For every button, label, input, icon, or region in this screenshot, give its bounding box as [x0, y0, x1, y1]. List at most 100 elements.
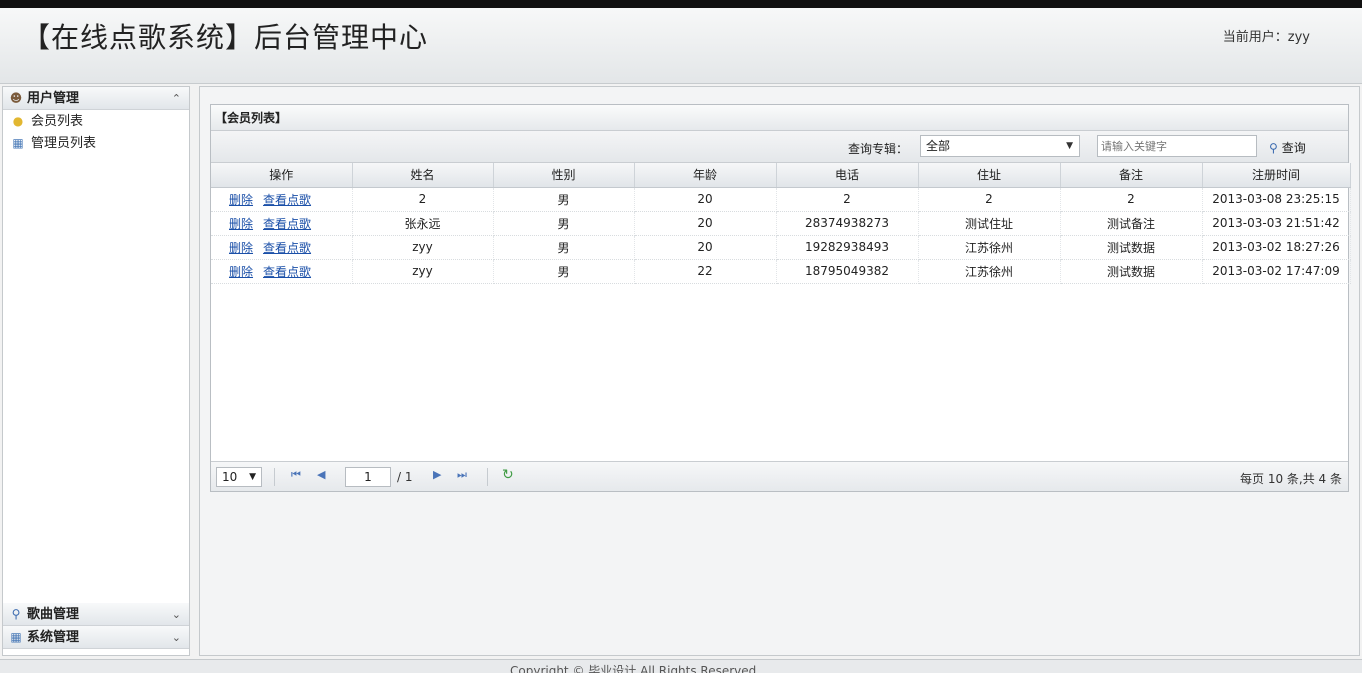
search-button-label: 查询	[1281, 141, 1306, 155]
cell-note: 测试备注	[1060, 211, 1203, 236]
column-header[interactable]: 电话	[776, 163, 919, 188]
cell-phone: 18795049382	[776, 259, 919, 284]
cell-reg-time: 2013-03-03 21:51:42	[1202, 211, 1351, 236]
refresh-icon[interactable]: ↻	[502, 467, 514, 483]
cell-address: 测试住址	[918, 211, 1061, 236]
pagination-info: 每页 10 条,共 4 条	[1240, 472, 1342, 486]
table-row[interactable]: 删除 查看点歌 2 男 20 2 2 2 2013-03-08 23:25:15	[211, 187, 1351, 212]
cell-reg-time: 2013-03-08 23:25:15	[1202, 187, 1351, 212]
prev-page-icon[interactable]: ◀	[317, 468, 325, 481]
cell-reg-time: 2013-03-02 18:27:26	[1202, 235, 1351, 260]
cell-phone: 2	[776, 187, 919, 212]
cell-reg-time: 2013-03-02 17:47:09	[1202, 259, 1351, 284]
cell-age: 20	[634, 211, 777, 236]
cell-note: 测试数据	[1060, 235, 1203, 260]
header: 【在线点歌系统】后台管理中心 当前用户：zyy	[0, 8, 1362, 84]
column-header[interactable]: 操作	[211, 163, 353, 188]
grid-icon: ▦	[10, 630, 22, 644]
column-header[interactable]: 备注	[1060, 163, 1203, 188]
table-row[interactable]: 删除 查看点歌 张永远 男 20 28374938273 测试住址 测试备注 20…	[211, 211, 1351, 236]
column-header[interactable]: 姓名	[352, 163, 494, 188]
total-pages: / 1	[397, 470, 413, 484]
user-icon: ☻	[9, 91, 23, 105]
search-icon: ⚲	[1269, 141, 1278, 155]
dropdown-arrow-icon: ▼	[249, 472, 256, 482]
view-songs-link[interactable]: 查看点歌	[263, 193, 311, 207]
lightbulb-icon: ●	[12, 114, 24, 128]
sidebar: ☻ 用户管理 ⌃ ● 会员列表 ▦ 管理员列表 ⚲ 歌曲管理 ⌄ ▦ 系统管理 ⌄	[2, 86, 190, 656]
section-label: 系统管理	[27, 630, 80, 645]
member-list-panel: 【会员列表】 查询专辑： 全部 ▼ ⚲查询 操作 姓名 性别 年	[210, 104, 1351, 492]
sidebar-section-system-management[interactable]: ▦ 系统管理 ⌄	[3, 626, 189, 649]
app-title: 【在线点歌系统】后台管理中心	[22, 21, 429, 54]
search-button[interactable]: ⚲ 查询	[1269, 139, 1306, 156]
footer: Copyright © 毕业设计 All Rights Reserved	[0, 659, 1362, 673]
dropdown-arrow-icon: ▼	[1066, 141, 1073, 151]
view-songs-link[interactable]: 查看点歌	[263, 241, 311, 255]
next-page-icon[interactable]: ▶	[433, 468, 441, 481]
page-number-input[interactable]: 1	[345, 467, 391, 487]
cell-gender: 男	[493, 187, 635, 212]
cell-age: 20	[634, 187, 777, 212]
footer-text: Copyright © 毕业设计 All Rights Reserved	[510, 664, 757, 673]
sidebar-item-label: 会员列表	[31, 114, 84, 129]
search-icon: ⚲	[11, 607, 21, 621]
sidebar-section-song-management[interactable]: ⚲ 歌曲管理 ⌄	[3, 603, 189, 626]
row-actions: 删除 查看点歌	[211, 187, 353, 212]
section-label: 歌曲管理	[27, 607, 80, 622]
column-header[interactable]: 注册时间	[1202, 163, 1351, 188]
delete-link[interactable]: 删除	[229, 265, 253, 279]
page-size-select[interactable]: 10 ▼	[216, 467, 262, 487]
album-filter-select[interactable]: 全部 ▼	[920, 135, 1080, 157]
cell-gender: 男	[493, 211, 635, 236]
member-table: 操作 姓名 性别 年龄 电话 住址 备注 注册时间 删除 查看点歌 2 男 20 …	[211, 163, 1351, 284]
first-page-icon[interactable]: ⏮	[291, 468, 301, 482]
page-size-value: 10	[222, 470, 238, 484]
sidebar-item-member-list[interactable]: ● 会员列表	[3, 110, 189, 132]
row-actions: 删除 查看点歌	[211, 211, 353, 236]
cell-name: 2	[352, 187, 494, 212]
expand-icon[interactable]: ⌄	[172, 603, 181, 626]
sidebar-section-body: ● 会员列表 ▦ 管理员列表	[3, 110, 189, 603]
panel-title: 【会员列表】	[211, 105, 1348, 131]
row-actions: 删除 查看点歌	[211, 259, 353, 284]
filter-label: 查询专辑：	[848, 142, 909, 156]
section-label: 用户管理	[27, 91, 80, 106]
view-songs-link[interactable]: 查看点歌	[263, 265, 311, 279]
sidebar-item-admin-list[interactable]: ▦ 管理员列表	[3, 132, 189, 154]
collapse-icon[interactable]: ⌃	[172, 87, 181, 110]
delete-link[interactable]: 删除	[229, 241, 253, 255]
column-header[interactable]: 住址	[918, 163, 1061, 188]
expand-icon[interactable]: ⌄	[172, 626, 181, 649]
search-toolbar: 查询专辑： 全部 ▼ ⚲查询	[211, 131, 1348, 163]
cell-note: 测试数据	[1060, 259, 1203, 284]
cell-phone: 19282938493	[776, 235, 919, 260]
cell-age: 22	[634, 259, 777, 284]
album-filter-value: 全部	[926, 139, 951, 153]
cell-note: 2	[1060, 187, 1203, 212]
last-page-icon[interactable]: ⏭	[457, 468, 467, 482]
column-header[interactable]: 年龄	[634, 163, 777, 188]
main-panel: 【会员列表】 查询专辑： 全部 ▼ ⚲查询 操作 姓名 性别 年	[199, 86, 1360, 656]
grid-icon: ▦	[12, 136, 24, 150]
table-row[interactable]: 删除 查看点歌 zyy 男 22 18795049382 江苏徐州 测试数据 20…	[211, 259, 1351, 284]
cell-address: 江苏徐州	[918, 235, 1061, 260]
row-actions: 删除 查看点歌	[211, 235, 353, 260]
cell-phone: 28374938273	[776, 211, 919, 236]
cell-address: 2	[918, 187, 1061, 212]
column-header[interactable]: 性别	[493, 163, 635, 188]
cell-gender: 男	[493, 235, 635, 260]
cell-name: zyy	[352, 259, 494, 284]
view-songs-link[interactable]: 查看点歌	[263, 217, 311, 231]
delete-link[interactable]: 删除	[229, 217, 253, 231]
table-row[interactable]: 删除 查看点歌 zyy 男 20 19282938493 江苏徐州 测试数据 20…	[211, 235, 1351, 260]
divider	[274, 468, 275, 486]
cell-gender: 男	[493, 259, 635, 284]
cell-name: 张永远	[352, 211, 494, 236]
delete-link[interactable]: 删除	[229, 193, 253, 207]
sidebar-item-label: 管理员列表	[31, 136, 97, 151]
keyword-input[interactable]	[1097, 135, 1257, 157]
table-header-row: 操作 姓名 性别 年龄 电话 住址 备注 注册时间	[211, 163, 1351, 188]
sidebar-section-user-management[interactable]: ☻ 用户管理 ⌃	[3, 87, 189, 110]
cell-address: 江苏徐州	[918, 259, 1061, 284]
